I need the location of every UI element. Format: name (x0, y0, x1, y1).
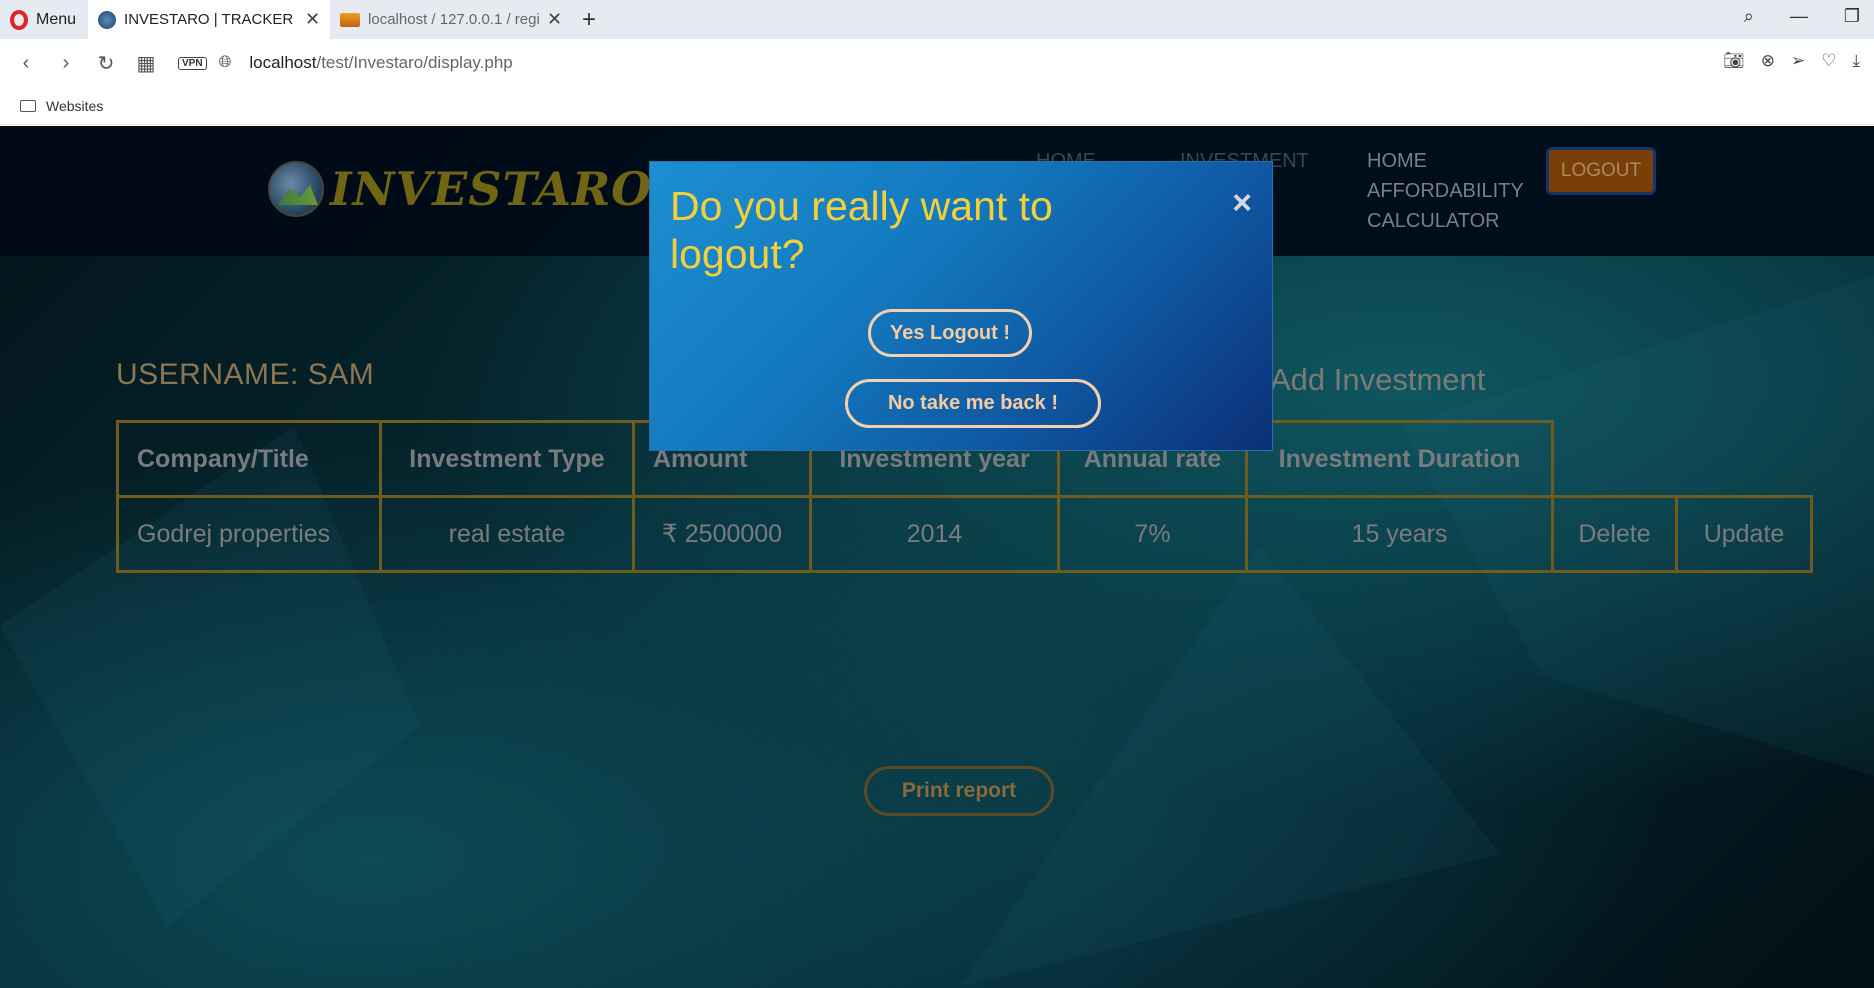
add-investment-link[interactable]: Add Investment (1270, 362, 1485, 398)
forward-icon[interactable]: › (46, 52, 86, 75)
amount-cell: ₹ 2500000 (632, 495, 812, 573)
bookmarks-bar: Websites (0, 87, 1874, 125)
url-path: /test/Investaro/display.php (316, 53, 513, 72)
window-controls: ⌕ — ❐ (1744, 6, 1860, 27)
new-tab-button[interactable]: + (572, 6, 606, 34)
type-cell: real estate (379, 495, 635, 573)
minimize-icon[interactable]: — (1790, 6, 1808, 27)
url-field[interactable]: localhost/test/Investaro/display.php (249, 53, 512, 73)
adblock-icon[interactable]: ⊗ (1761, 51, 1775, 71)
nav-label-line: AFFORDABILITY (1367, 180, 1524, 202)
camera-icon[interactable]: 📷︎ (1723, 51, 1745, 71)
folder-icon (20, 99, 36, 112)
nav-home-affordability-calculator[interactable]: HOME AFFORDABILITY CALCULATOR (1367, 146, 1524, 236)
yes-logout-button[interactable]: Yes Logout ! (868, 309, 1032, 357)
phpmyadmin-favicon-icon (340, 12, 361, 27)
site-logo[interactable]: INVESTARO (268, 161, 652, 217)
tab-phpmyadmin[interactable]: localhost / 127.0.0.1 / regis ✕ (330, 0, 572, 39)
restore-icon[interactable]: ❐ (1844, 6, 1860, 27)
tab-investaro[interactable]: INVESTARO | TRACKER ✕ (88, 0, 331, 39)
close-tab-icon[interactable]: ✕ (305, 9, 320, 30)
send-icon[interactable]: ➢ (1791, 51, 1805, 71)
modal-title: Do you really want to logout? (670, 183, 1053, 277)
logo-emblem-icon (268, 161, 324, 217)
table-spacer (1553, 422, 1677, 497)
search-icon[interactable]: ⌕ (1744, 6, 1754, 27)
table-row: Godrej properties real estate ₹ 2500000 … (116, 495, 1813, 573)
opera-logo-icon (10, 9, 28, 30)
browser-menu-label: Menu (36, 10, 77, 28)
address-bar-actions: 📷︎ ⊗ ➢ ♡ ⤓ (1723, 51, 1860, 71)
close-icon[interactable]: × (1232, 184, 1252, 223)
reload-icon[interactable]: ↻ (86, 51, 126, 76)
investaro-favicon-icon (98, 10, 117, 29)
close-tab-icon[interactable]: ✕ (547, 9, 562, 30)
print-report-button[interactable]: Print report (864, 766, 1054, 816)
column-header: Investment Duration (1245, 420, 1554, 498)
vpn-badge[interactable]: VPN (178, 56, 207, 70)
nav-label-line: HOME (1367, 150, 1427, 172)
globe-icon[interactable]: 🌐︎ (219, 54, 232, 72)
logout-button[interactable]: LOGOUT (1546, 147, 1656, 195)
update-link[interactable]: Update (1675, 495, 1813, 573)
username-label: USERNAME: SAM (116, 358, 375, 391)
heart-icon[interactable]: ♡ (1821, 51, 1836, 71)
duration-cell: 15 years (1245, 495, 1554, 573)
company-cell: Godrej properties (116, 495, 382, 573)
browser-menu-button[interactable]: Menu (0, 0, 88, 39)
year-cell: 2014 (809, 495, 1060, 573)
nav-label-line: CALCULATOR (1367, 210, 1500, 232)
bookmark-websites[interactable]: Websites (46, 98, 103, 114)
browser-tab-bar: Menu INVESTARO | TRACKER ✕ localhost / 1… (0, 0, 1874, 39)
url-host: localhost (249, 53, 317, 72)
column-header: Company/Title (116, 420, 382, 498)
no-take-me-back-button[interactable]: No take me back ! (845, 379, 1101, 428)
tab-title: INVESTARO | TRACKER (124, 11, 294, 28)
delete-link[interactable]: Delete (1551, 495, 1678, 573)
tab-title: localhost / 127.0.0.1 / regis (368, 11, 539, 28)
logo-text: INVESTARO (330, 162, 653, 216)
logout-confirm-modal: Do you really want to logout? × Yes Logo… (649, 161, 1273, 451)
download-icon[interactable]: ⤓ (1852, 51, 1860, 71)
back-icon[interactable]: ‹ (6, 52, 46, 75)
table-spacer (1677, 422, 1812, 497)
tab-grid-icon[interactable]: ▦ (126, 51, 166, 76)
address-bar: ‹ › ↻ ▦ VPN 🌐︎ localhost/test/Investaro/… (0, 39, 1874, 87)
rate-cell: 7% (1057, 495, 1248, 573)
column-header: Investment Type (379, 420, 635, 498)
